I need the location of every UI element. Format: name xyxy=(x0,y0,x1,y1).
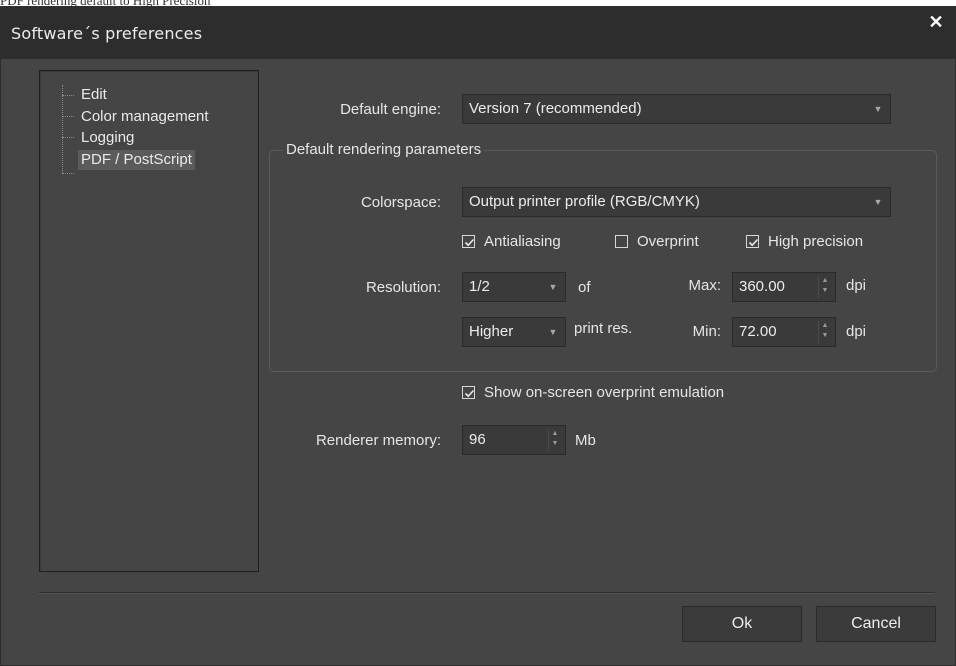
antialiasing-label: Antialiasing xyxy=(484,233,561,250)
titlebar: Software´s preferences ✕ xyxy=(1,7,955,59)
resolution-label: Resolution: xyxy=(365,279,441,296)
resolution-value: 1/2 xyxy=(469,278,490,295)
overprint-checkbox[interactable]: Overprint xyxy=(615,232,699,252)
spin-arrows-icon[interactable]: ▲ ▼ xyxy=(818,321,831,343)
colorspace-value: Output printer profile (RGB/CMYK) xyxy=(469,193,700,210)
max-label: Max: xyxy=(688,277,721,294)
max-dpi-spinbox[interactable]: 360.00 ▲ ▼ xyxy=(732,272,836,302)
max-dpi-value: 360.00 xyxy=(739,278,785,295)
resolution-select[interactable]: 1/2 ▼ xyxy=(462,272,566,302)
overprint-emulation-label: Show on-screen overprint emulation xyxy=(484,384,725,401)
rendering-parameters-group xyxy=(269,150,937,372)
chevron-down-icon: ▼ xyxy=(873,104,883,114)
print-res-label: print res. xyxy=(574,320,633,337)
cancel-button[interactable]: Cancel xyxy=(816,606,936,642)
spin-arrows-icon[interactable]: ▲ ▼ xyxy=(548,429,561,451)
high-precision-checkbox[interactable]: High precision xyxy=(746,232,863,252)
min-label: Min: xyxy=(692,323,721,340)
checkbox-unchecked-icon xyxy=(615,235,628,248)
tree-item-color-management[interactable]: Color management xyxy=(78,107,212,127)
checkbox-checked-icon xyxy=(462,235,475,248)
print-resolution-select[interactable]: Higher ▼ xyxy=(462,317,566,347)
category-tree: Edit Color management Logging PDF / Post… xyxy=(39,70,259,572)
tree-connector xyxy=(62,173,74,174)
tree-item-pdf-postscript[interactable]: PDF / PostScript xyxy=(78,150,195,170)
dialog-title: Software´s preferences xyxy=(11,24,203,43)
tree-item-logging[interactable]: Logging xyxy=(78,128,137,148)
renderer-memory-unit: Mb xyxy=(575,432,596,449)
chevron-down-icon: ▼ xyxy=(873,197,883,207)
renderer-memory-value: 96 xyxy=(469,431,486,448)
tree-connector xyxy=(62,95,74,96)
chevron-down-icon: ▼ xyxy=(548,327,558,337)
print-resolution-value: Higher xyxy=(469,323,514,340)
close-icon[interactable]: ✕ xyxy=(927,13,945,31)
rendering-parameters-title: Default rendering parameters xyxy=(283,142,485,158)
divider xyxy=(39,592,935,594)
checkbox-checked-icon xyxy=(462,386,475,399)
renderer-memory-label: Renderer memory: xyxy=(315,432,441,449)
colorspace-label: Colorspace: xyxy=(360,194,441,211)
default-engine-label: Default engine: xyxy=(340,101,441,118)
of-label: of xyxy=(578,279,591,296)
min-dpi-value: 72.00 xyxy=(739,323,777,340)
overprint-label: Overprint xyxy=(637,233,699,250)
ok-button[interactable]: Ok xyxy=(682,606,802,642)
antialiasing-checkbox[interactable]: Antialiasing xyxy=(462,232,561,252)
min-dpi-spinbox[interactable]: 72.00 ▲ ▼ xyxy=(732,317,836,347)
default-engine-value: Version 7 (recommended) xyxy=(469,100,642,117)
min-dpi-unit: dpi xyxy=(846,323,867,340)
tree-connector xyxy=(62,137,74,138)
chevron-down-icon: ▼ xyxy=(548,282,558,292)
max-dpi-unit: dpi xyxy=(846,277,867,294)
preferences-dialog: Software´s preferences ✕ Edit Color mana… xyxy=(0,6,956,666)
high-precision-label: High precision xyxy=(768,233,864,250)
default-engine-select[interactable]: Version 7 (recommended) ▼ xyxy=(462,94,891,124)
tree-connector xyxy=(62,85,63,173)
spin-arrows-icon[interactable]: ▲ ▼ xyxy=(818,276,831,298)
colorspace-select[interactable]: Output printer profile (RGB/CMYK) ▼ xyxy=(462,187,891,217)
checkbox-checked-icon xyxy=(746,235,759,248)
renderer-memory-spinbox[interactable]: 96 ▲ ▼ xyxy=(462,425,566,455)
tree-connector xyxy=(62,116,74,117)
overprint-emulation-checkbox[interactable]: Show on-screen overprint emulation xyxy=(462,383,724,403)
tree-item-edit[interactable]: Edit xyxy=(78,85,110,105)
